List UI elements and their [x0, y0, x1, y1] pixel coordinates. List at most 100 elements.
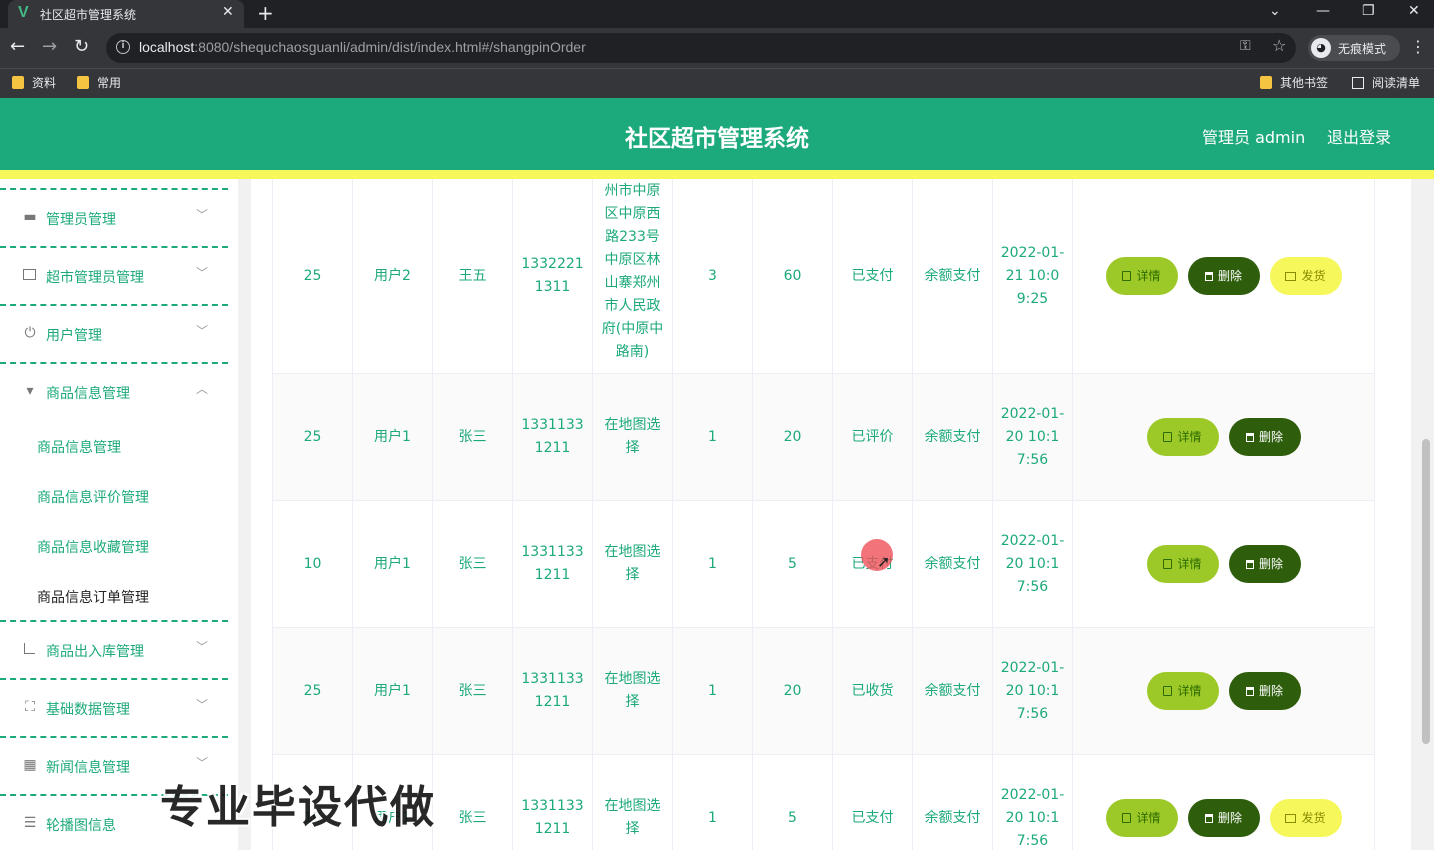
table-row: 25 用户1 张三 13311331211 在地图选择 1 20 已收货 余额支… — [272, 628, 1375, 755]
sidebar-item-base-data[interactable]: ⛶ 基础数据管理 ﹀ — [0, 680, 228, 736]
reload-icon[interactable]: ↻ — [74, 36, 89, 57]
table-cell: 已支付 — [832, 179, 912, 373]
table-cell: 州市中原区中原西路233号中原区林山寨郑州市人民政府(中原中路南) — [592, 179, 672, 373]
scrollbar-thumb[interactable] — [1422, 439, 1430, 744]
page-scrollbar[interactable] — [1418, 179, 1434, 850]
sidebar-item-users[interactable]: ⏻ 用户管理 ﹀ — [0, 306, 228, 362]
ship-button[interactable]: 发货 — [1269, 799, 1342, 837]
site-info-icon[interactable]: i — [116, 40, 130, 54]
button-label: 删除 — [1258, 429, 1283, 444]
bookmark-label: 资料 — [32, 76, 57, 90]
sidebar-subitem-goods-favorite[interactable]: 商品信息收藏管理 — [37, 537, 149, 557]
trash-icon — [1204, 813, 1213, 823]
sidebar-subitem-goods-order[interactable]: 商品信息订单管理 — [37, 587, 149, 607]
tag-icon: ▾ — [26, 383, 34, 399]
button-label: 发货 — [1301, 810, 1326, 825]
delete-button[interactable]: 删除 — [1228, 545, 1301, 583]
table-cell: 2022-01-20 10:17:56 — [992, 374, 1072, 500]
bookmark-label: 常用 — [97, 76, 122, 90]
sidebar-subitem-goods-review[interactable]: 商品信息评价管理 — [37, 487, 149, 507]
card-icon — [1285, 813, 1297, 823]
table-cell: 2022-01-20 10:17:56 — [992, 755, 1072, 850]
new-tab-icon[interactable]: + — [257, 1, 274, 25]
table-cell: 13311331211 — [512, 374, 592, 500]
document-icon — [1163, 559, 1173, 569]
detail-button[interactable]: 详情 — [1105, 799, 1178, 837]
sidebar-subitem-goods[interactable]: 商品信息管理 — [37, 437, 121, 457]
window-close-icon[interactable]: ✕ — [1408, 3, 1420, 19]
back-icon[interactable]: ← — [10, 36, 25, 57]
ship-button[interactable]: 发货 — [1269, 257, 1342, 295]
grid-icon: ▦ — [23, 757, 37, 773]
reading-list[interactable]: 阅读清单 — [1352, 74, 1420, 91]
key-icon[interactable]: ⚿ — [1240, 38, 1251, 54]
table-row: 25 用户2 王五 13322211311 州市中原区中原西路233号中原区林山… — [272, 179, 1375, 374]
table-cell: 余额支付 — [912, 755, 992, 850]
button-label: 详情 — [1177, 556, 1202, 571]
table-cell: 张三 — [432, 628, 512, 754]
id-card-icon — [23, 269, 36, 280]
table-cell: 13311331211 — [512, 755, 592, 850]
incognito-icon: ◕ — [1311, 38, 1331, 58]
table-cell: 已支付 — [832, 755, 912, 850]
sidebar-item-label: 商品出入库管理 — [46, 644, 144, 660]
button-label: 删除 — [1258, 683, 1283, 698]
forward-icon[interactable]: → — [42, 36, 57, 57]
restore-icon[interactable]: ❐ — [1362, 3, 1375, 19]
table-cell: 13311331211 — [512, 628, 592, 754]
sidebar-item-label: 轮播图信息 — [46, 818, 116, 834]
sidebar: ▬ 管理员管理 ﹀ 超市管理员管理 ﹀ ⏻ 用户管理 ﹀ ▾ 商品信息管理 ︿ … — [0, 179, 238, 850]
bookmark-folder[interactable]: 资料 — [12, 74, 56, 91]
browser-menu-icon[interactable]: ⋮ — [1410, 37, 1426, 56]
delete-button[interactable]: 删除 — [1187, 257, 1260, 295]
detail-button[interactable]: 详情 — [1146, 545, 1219, 583]
button-label: 删除 — [1258, 556, 1283, 571]
action-cell: 详情 删除 — [1072, 374, 1375, 500]
table-cell: 用户1 — [352, 501, 432, 627]
chevron-down-icon: ﹀ — [196, 640, 209, 654]
table-cell: 1 — [672, 755, 752, 850]
table-cell: 已评价 — [832, 374, 912, 500]
table-cell: 在地图选择 — [592, 628, 672, 754]
bookmark-star-icon[interactable]: ☆ — [1272, 36, 1286, 55]
delete-button[interactable]: 删除 — [1228, 418, 1301, 456]
browser-tab[interactable]: V 社区超市管理系统 ✕ — [8, 0, 244, 28]
logout-button[interactable]: 退出登录 — [1327, 124, 1391, 148]
address-bar[interactable]: i localhost:8080/shequchaosguanli/admin/… — [106, 33, 1296, 63]
close-tab-icon[interactable]: ✕ — [222, 4, 234, 20]
browser-toolbar: ← → ↻ i localhost:8080/shequchaosguanli/… — [0, 28, 1434, 68]
chevron-down-icon: ﹀ — [196, 698, 209, 712]
table-cell: 25 — [272, 374, 352, 500]
incognito-badge[interactable]: ◕ 无痕模式 — [1308, 35, 1400, 61]
table-cell: 5 — [752, 501, 832, 627]
tab-search-icon[interactable]: ⌄ — [1269, 3, 1281, 19]
delete-button[interactable]: 删除 — [1187, 799, 1260, 837]
trash-icon — [1245, 559, 1254, 569]
bookmark-folder[interactable]: 常用 — [77, 74, 121, 91]
sidebar-item-stock[interactable]: 商品出入库管理 ﹀ — [0, 622, 228, 678]
document-icon — [1122, 271, 1132, 281]
sidebar-item-admin[interactable]: ▬ 管理员管理 ﹀ — [0, 190, 228, 246]
url-text[interactable]: localhost:8080/shequchaosguanli/admin/di… — [139, 39, 586, 55]
bookmark-label: 阅读清单 — [1372, 76, 1421, 90]
sidebar-item-market-admin[interactable]: 超市管理员管理 ﹀ — [0, 248, 228, 304]
other-bookmarks[interactable]: 其他书签 — [1260, 74, 1328, 91]
trash-icon — [1204, 271, 1213, 281]
table-cell: 20 — [752, 628, 832, 754]
table-cell: 5 — [752, 755, 832, 850]
delete-button[interactable]: 删除 — [1228, 672, 1301, 710]
action-cell: 详情 删除 发货 — [1072, 179, 1375, 373]
url-path: :8080/shequchaosguanli/admin/dist/index.… — [194, 39, 586, 55]
sidebar-item-label: 新闻信息管理 — [46, 760, 130, 776]
bookmark-label: 其他书签 — [1280, 76, 1329, 90]
detail-button[interactable]: 详情 — [1146, 418, 1219, 456]
action-cell: 详情 删除 发货 — [1072, 755, 1375, 850]
detail-button[interactable]: 详情 — [1105, 257, 1178, 295]
table-cell: 在地图选择 — [592, 755, 672, 850]
table-row: 25 用户1 张三 13311331211 在地图选择 1 20 已评价 余额支… — [272, 374, 1375, 501]
detail-button[interactable]: 详情 — [1146, 672, 1219, 710]
sidebar-item-label: 基础数据管理 — [46, 702, 130, 718]
sidebar-item-goods[interactable]: ▾ 商品信息管理 ︿ — [0, 364, 228, 420]
table-cell: 10 — [272, 501, 352, 627]
minimize-icon[interactable]: — — [1316, 3, 1330, 19]
